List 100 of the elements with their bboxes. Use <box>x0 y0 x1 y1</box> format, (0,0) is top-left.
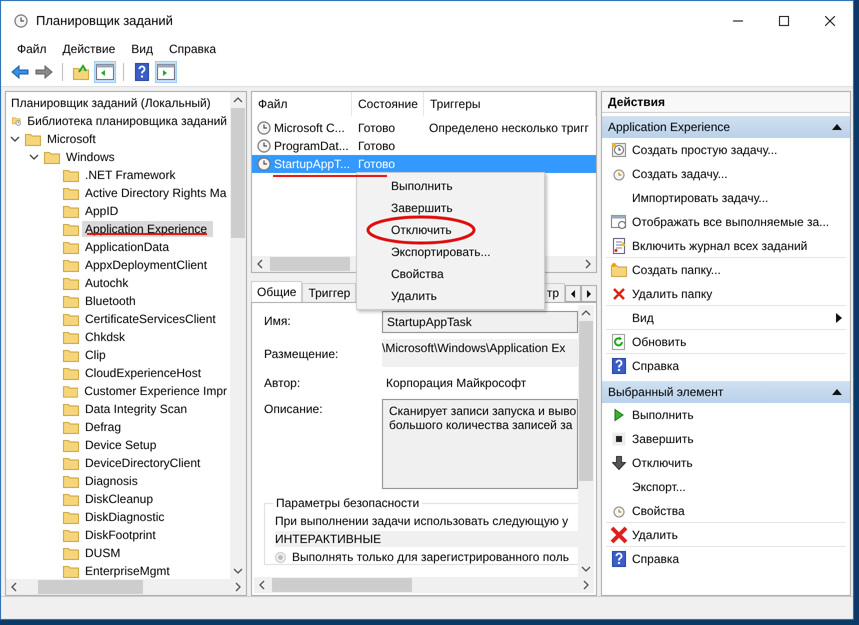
menu-item[interactable]: Вид <box>131 42 153 56</box>
folder-icon <box>63 312 79 326</box>
scroll-left-icon[interactable] <box>256 259 264 269</box>
tree-item[interactable]: Defrag <box>82 419 124 435</box>
vertical-scrollbar[interactable] <box>230 92 246 579</box>
action-item[interactable]: Создать простую задачу... <box>606 138 846 162</box>
tree-item[interactable]: Microsoft <box>44 131 99 147</box>
action-item[interactable]: Включить журнал всех заданий <box>606 234 846 258</box>
tree-root-item[interactable]: Планировщик заданий (Локальный) <box>8 95 214 111</box>
vertical-scrollbar[interactable] <box>578 305 594 577</box>
action-item[interactable]: Выполнить <box>606 403 846 427</box>
section-header[interactable]: Выбранный элемент <box>602 381 850 403</box>
tree-item[interactable]: Библиотека планировщика заданий <box>24 113 230 129</box>
action-item[interactable]: Отображать все выполняемые за... <box>606 210 846 234</box>
action-item[interactable]: Завершить <box>606 427 846 451</box>
scrollbar-thumb[interactable] <box>272 578 412 592</box>
scrollbar-thumb[interactable] <box>579 321 593 481</box>
tab-scroll-left-button[interactable] <box>565 285 581 302</box>
log-icon <box>611 238 627 254</box>
tree-item[interactable]: DUSM <box>82 545 124 561</box>
task-row[interactable]: Microsoft C... Готово Определено несколько тригг <box>252 119 596 137</box>
tree-item[interactable]: AppxDeploymentClient <box>82 257 210 273</box>
tab-scroll-right-button[interactable] <box>581 285 597 302</box>
folder-icon <box>63 186 79 200</box>
folder-icon <box>63 258 79 272</box>
tab[interactable]: Общие <box>251 281 302 302</box>
action-item[interactable]: Экспорт... <box>606 475 846 499</box>
tree-item[interactable]: Device Setup <box>82 437 160 453</box>
chevron-down-icon[interactable] <box>29 152 39 162</box>
toolbar-button[interactable] <box>94 61 116 83</box>
action-item[interactable]: Создать папку... <box>606 258 846 282</box>
task-clock-icon <box>257 157 271 171</box>
tree-item[interactable]: EnterpriseMgmt <box>82 563 173 579</box>
scrollbar-thumb[interactable] <box>231 108 245 238</box>
context-menu-item[interactable]: Свойства <box>357 263 544 285</box>
column-header[interactable]: Файл <box>252 92 352 116</box>
delete-icon <box>610 526 628 544</box>
menu-item[interactable]: Справка <box>169 42 216 56</box>
tree-item[interactable]: DiskDiagnostic <box>82 509 168 525</box>
action-item[interactable]: Импортировать задачу... <box>606 186 846 210</box>
tree-item[interactable]: Windows <box>63 149 118 165</box>
scrollbar-thumb[interactable] <box>270 257 350 271</box>
scroll-right-icon[interactable] <box>584 259 592 269</box>
action-item[interactable]: Удалить папку <box>606 282 846 306</box>
menu-item[interactable]: Файл <box>17 42 47 56</box>
tree-item[interactable]: .NET Framework <box>82 167 178 183</box>
action-item[interactable]: Отключить <box>606 451 846 475</box>
scroll-down-icon[interactable] <box>581 565 591 573</box>
action-item[interactable]: Вид <box>606 306 846 330</box>
scroll-left-icon[interactable] <box>258 580 266 590</box>
tree-item[interactable]: Active Directory Rights Ma <box>82 185 230 201</box>
tree-item[interactable]: ApplicationData <box>82 239 172 255</box>
column-header[interactable]: Состояние <box>352 92 424 116</box>
tree-item[interactable]: Customer Experience Impr <box>81 383 230 399</box>
action-item[interactable]: Удалить <box>606 523 846 547</box>
toolbar-button[interactable] <box>155 61 177 83</box>
tree-item[interactable]: DiskCleanup <box>82 491 156 507</box>
collapse-icon[interactable] <box>832 389 842 395</box>
horizontal-scrollbar[interactable] <box>6 579 246 595</box>
tree-item[interactable]: CloudExperienceHost <box>82 365 204 381</box>
action-item[interactable]: Справка <box>606 354 846 378</box>
scroll-down-icon[interactable] <box>233 567 243 575</box>
tree-item[interactable]: Autochk <box>82 275 132 291</box>
tree-item[interactable]: Diagnosis <box>82 473 141 489</box>
tree-item[interactable]: CertificateServicesClient <box>82 311 219 327</box>
tree-item[interactable]: DeviceDirectoryClient <box>82 455 204 471</box>
pane-left-icon <box>96 64 114 80</box>
context-menu-item[interactable]: Завершить <box>357 197 544 219</box>
scroll-right-icon[interactable] <box>582 580 590 590</box>
tree-item[interactable]: Data Integrity Scan <box>82 401 190 417</box>
menu-item[interactable]: Действие <box>62 42 116 56</box>
scroll-up-icon[interactable] <box>581 309 591 317</box>
help-icon <box>135 63 149 81</box>
column-header[interactable]: Триггеры <box>424 92 596 116</box>
chevron-down-icon[interactable] <box>10 134 20 144</box>
table-cell: StartupAppT... <box>274 157 350 171</box>
scroll-right-icon[interactable] <box>234 582 242 592</box>
tab[interactable]: Триггер <box>302 283 356 302</box>
section-header[interactable]: Application Experience <box>602 116 850 138</box>
collapse-icon[interactable] <box>832 124 842 130</box>
scrollbar-thumb[interactable] <box>38 580 143 594</box>
context-menu-item[interactable]: Экспортировать... <box>357 241 544 263</box>
context-menu-item[interactable]: Выполнить <box>357 175 544 197</box>
task-row[interactable]: ProgramDat... Готово <box>252 137 596 155</box>
tree-item[interactable]: Bluetooth <box>82 293 139 309</box>
tree-item[interactable]: Chkdsk <box>82 329 128 345</box>
tree-item[interactable]: DiskFootprint <box>82 527 159 543</box>
tree-item[interactable]: AppID <box>82 203 122 219</box>
scroll-up-icon[interactable] <box>233 96 243 104</box>
action-item[interactable]: Обновить <box>606 330 846 354</box>
description-field[interactable]: Сканирует записи запуска и выво большого количества записей за <box>382 399 578 489</box>
action-item[interactable]: Справка <box>606 547 846 571</box>
horizontal-scrollbar[interactable] <box>254 577 594 593</box>
action-item[interactable]: Свойства <box>606 499 846 523</box>
table-cell: Определено несколько тригг <box>429 121 589 135</box>
tree-item[interactable]: Clip <box>82 347 109 363</box>
name-field[interactable]: StartupAppTask <box>382 311 578 333</box>
scroll-left-icon[interactable] <box>10 582 18 592</box>
action-item[interactable]: Создать задачу... <box>606 162 846 186</box>
context-menu-item[interactable]: Отключить <box>357 219 544 241</box>
